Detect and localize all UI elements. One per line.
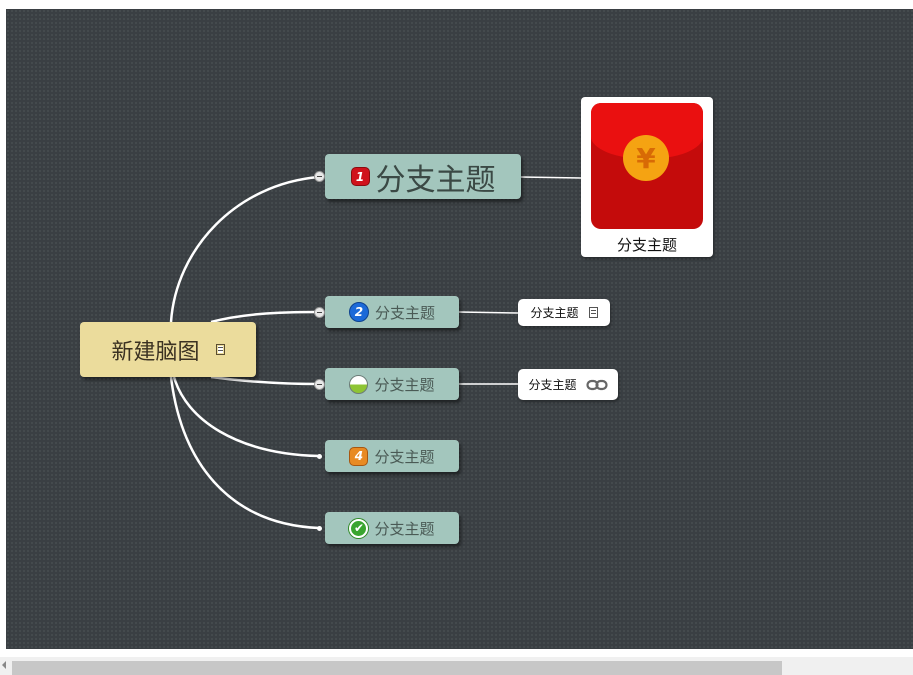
root-topic[interactable]: 新建脑图 <box>80 322 256 377</box>
subtopic-label: 分支主题 <box>530 306 579 320</box>
collapse-toggle-branch-1[interactable] <box>314 171 325 182</box>
branch-topic-2[interactable]: 2 分支主题 <box>325 296 459 328</box>
image-topic[interactable]: ¥ 分支主题 <box>581 97 713 257</box>
branch-topic-5[interactable]: ✔ 分支主题 <box>325 512 459 544</box>
collapse-toggle-branch-2[interactable] <box>314 307 325 318</box>
connector-branch-2-sub <box>458 311 519 314</box>
connector-endpoint-branch-4 <box>317 454 322 459</box>
image-topic-label: 分支主题 <box>616 236 677 254</box>
subtopic-with-note[interactable]: 分支主题 <box>518 299 610 326</box>
branch-topic-label: 分支主题 <box>374 303 435 322</box>
branch-topic-1[interactable]: 1 分支主题 <box>325 154 521 199</box>
horizontal-scrollbar[interactable] <box>0 657 913 675</box>
check-icon: ✔ <box>349 518 369 538</box>
half-progress-icon <box>349 374 369 394</box>
note-icon[interactable] <box>215 344 225 355</box>
priority-4-icon: 4 <box>349 446 369 466</box>
connector-endpoint-branch-5 <box>317 526 322 531</box>
yuan-coin-icon: ¥ <box>623 135 669 181</box>
priority-2-icon: 2 <box>348 302 369 322</box>
scrollbar-thumb[interactable] <box>12 661 782 675</box>
connector-root-branch-4 <box>172 376 320 458</box>
branch-topic-3[interactable]: 分支主题 <box>325 368 459 400</box>
connector-root-branch-3 <box>210 375 320 386</box>
note-icon[interactable] <box>588 307 598 318</box>
subtopic-label: 分支主题 <box>528 378 577 392</box>
branch-topic-label: 分支主题 <box>374 375 435 394</box>
branch-topic-4[interactable]: 4 分支主题 <box>325 440 459 472</box>
connector-branch-1-image <box>520 176 582 179</box>
branch-topic-label: 分支主题 <box>375 162 496 198</box>
branch-topic-label: 分支主题 <box>374 519 435 538</box>
root-topic-label: 新建脑图 <box>111 339 200 365</box>
link-icon[interactable] <box>585 379 608 391</box>
connector-root-branch-2 <box>210 310 320 324</box>
scroll-left-arrow-icon[interactable] <box>2 661 6 669</box>
connector-root-branch-5 <box>169 376 320 530</box>
connector-root-branch-1 <box>169 175 320 323</box>
branch-topic-label: 分支主题 <box>374 447 435 466</box>
priority-1-icon: 1 <box>350 167 370 186</box>
subtopic-with-link[interactable]: 分支主题 <box>518 369 618 400</box>
red-envelope-image: ¥ <box>591 103 703 229</box>
collapse-toggle-branch-3[interactable] <box>314 379 325 390</box>
mindmap-canvas[interactable]: 新建脑图 1 分支主题 2 分支主题 分支主题 4 分支主题 ✔ 分支主题 ¥ … <box>6 9 913 649</box>
